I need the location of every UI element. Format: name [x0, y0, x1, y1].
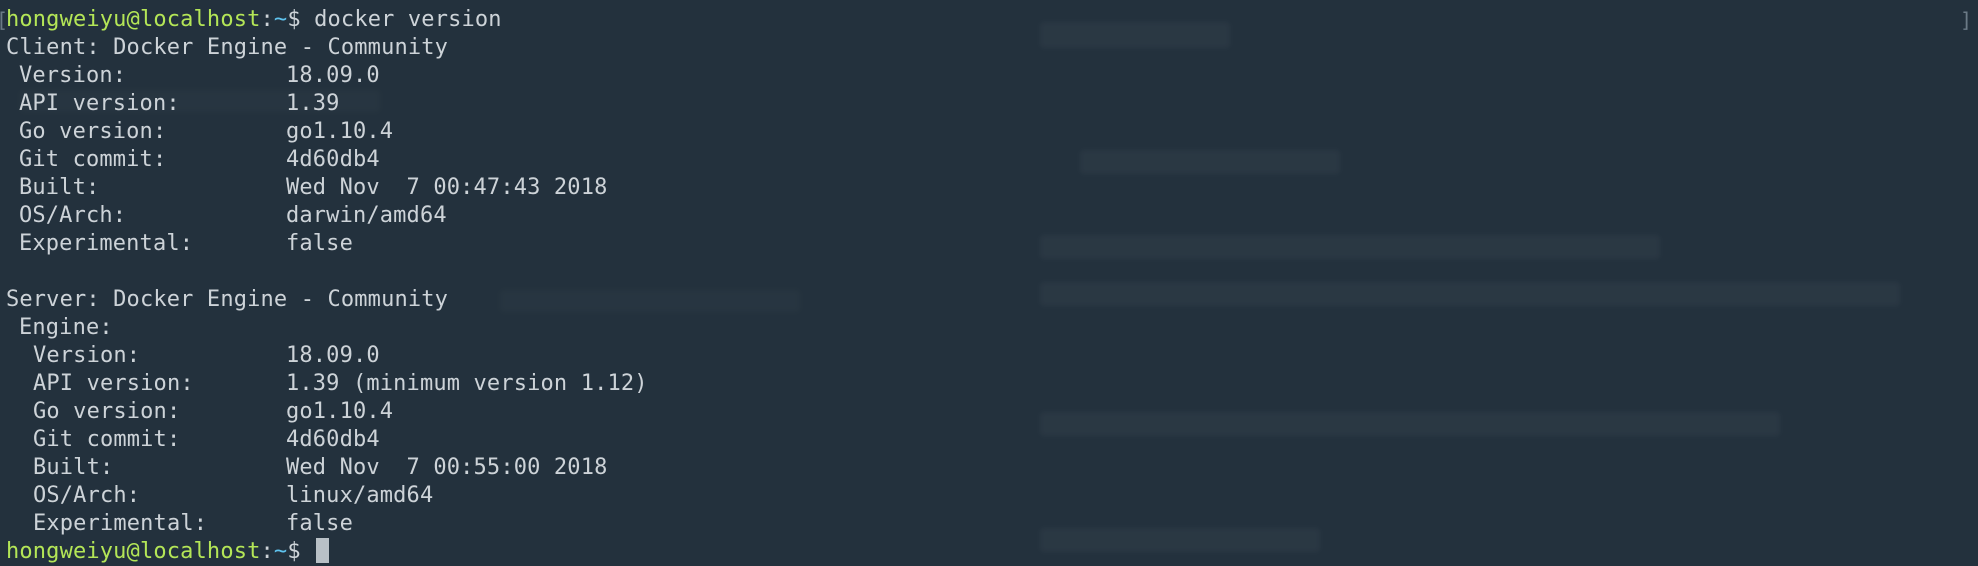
terminal-window[interactable]: [ ] hongweiyu@localhost:~$ docker versio… [0, 0, 1978, 566]
row-key: Git commit: [19, 147, 167, 172]
output-row: Version: 18.09.0 [6, 62, 648, 90]
prompt-user: hongweiyu@localhost [6, 539, 261, 564]
output-row: Go version: go1.10.4 [6, 398, 648, 426]
output-row: Version: 18.09.0 [6, 342, 648, 370]
active-prompt-line[interactable]: hongweiyu@localhost:~$ [6, 538, 648, 566]
row-key: API version: [33, 371, 194, 396]
row-value: 18.09.0 [286, 343, 380, 368]
row-key: Git commit: [33, 427, 181, 452]
row-key: Go version: [19, 119, 167, 144]
output-row: Go version: go1.10.4 [6, 118, 648, 146]
prompt-symbol: $ [287, 7, 301, 32]
row-value: 4d60db4 [286, 427, 380, 452]
output-row: Experimental: false [6, 230, 648, 258]
row-value: Wed Nov 7 00:47:43 2018 [286, 175, 608, 200]
row-key: OS/Arch: [19, 203, 127, 228]
client-header: Client: Docker Engine - Community [6, 35, 449, 60]
row-value: go1.10.4 [286, 399, 394, 424]
engine-label-text: Engine: [19, 315, 113, 340]
output-row: API version: 1.39 [6, 90, 648, 118]
row-value: darwin/amd64 [286, 203, 447, 228]
row-value: go1.10.4 [286, 119, 394, 144]
background-blur-block [1040, 528, 1320, 552]
output-row: OS/Arch: linux/amd64 [6, 482, 648, 510]
output-row: Git commit: 4d60db4 [6, 426, 648, 454]
prompt-symbol: $ [287, 539, 301, 564]
prompt-dir: ~ [273, 539, 288, 564]
output-row: Built: Wed Nov 7 00:55:00 2018 [6, 454, 648, 482]
engine-label: Engine: [6, 314, 648, 342]
row-key: Version: [33, 343, 141, 368]
output-row: Built: Wed Nov 7 00:47:43 2018 [6, 174, 648, 202]
terminal-output[interactable]: hongweiyu@localhost:~$ docker version Cl… [6, 6, 648, 566]
output-row: Experimental: false [6, 510, 648, 538]
row-key: Go version: [33, 399, 181, 424]
output-row: Git commit: 4d60db4 [6, 146, 648, 174]
row-value: 4d60db4 [286, 147, 380, 172]
background-blur-block [1040, 22, 1230, 48]
command-text: docker version [314, 7, 502, 32]
row-key: Experimental: [19, 231, 194, 256]
row-key: Built: [33, 455, 114, 480]
command-line: hongweiyu@localhost:~$ docker version [6, 7, 502, 32]
background-blur-block [1040, 412, 1780, 436]
prompt-dir: ~ [273, 7, 288, 32]
server-header: Server: Docker Engine - Community [6, 287, 449, 312]
row-value: Wed Nov 7 00:55:00 2018 [286, 455, 608, 480]
row-key: Experimental: [33, 511, 208, 536]
text-cursor[interactable] [316, 538, 330, 563]
row-key: Version: [19, 63, 127, 88]
output-row: OS/Arch: darwin/amd64 [6, 202, 648, 230]
background-blur-block [1080, 150, 1340, 174]
terminal-mark-right: ] [1959, 8, 1972, 32]
background-blur-block [1040, 282, 1900, 306]
row-key: OS/Arch: [33, 483, 141, 508]
prompt-user: hongweiyu@localhost [6, 7, 261, 32]
background-blur-block [1040, 235, 1660, 259]
row-key: API version: [19, 91, 180, 116]
row-value: linux/amd64 [286, 483, 434, 508]
row-value: false [286, 231, 353, 256]
row-value: 1.39 [286, 91, 340, 116]
output-row: API version: 1.39 (minimum version 1.12) [6, 370, 648, 398]
row-value: 1.39 (minimum version 1.12) [286, 371, 648, 396]
row-value: false [286, 511, 353, 536]
row-value: 18.09.0 [286, 63, 380, 88]
row-key: Built: [19, 175, 100, 200]
